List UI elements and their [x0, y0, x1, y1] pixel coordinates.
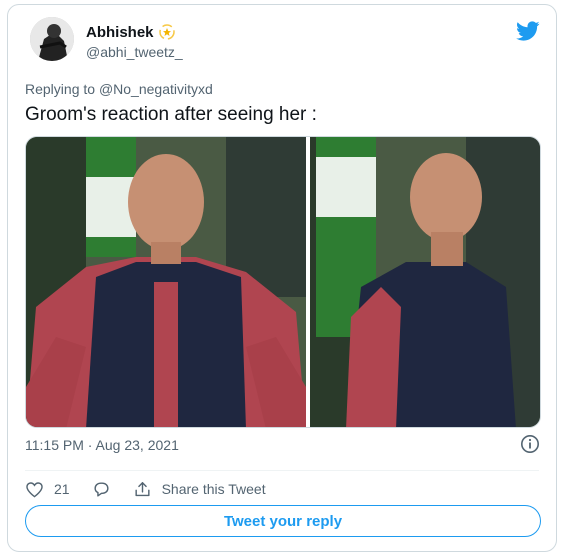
share-icon [135, 481, 150, 496]
share-action[interactable]: Share this Tweet [133, 480, 266, 499]
twitter-bird-icon[interactable] [516, 19, 540, 43]
tweet-actions: 21 Share this Tweet [25, 477, 288, 501]
replying-to: Replying to @No_negativityxd [25, 81, 213, 97]
replying-to-mention[interactable]: @No_negativityxd [99, 81, 213, 97]
divider [25, 470, 539, 471]
like-action[interactable]: 21 [25, 480, 70, 499]
like-count: 21 [54, 481, 70, 497]
speech-bubble-icon [94, 481, 109, 497]
share-label: Share this Tweet [161, 481, 266, 497]
tweet-text: Groom's reaction after seeing her : [25, 104, 317, 125]
user-handle[interactable]: @abhi_tweetz_ [86, 44, 183, 60]
tweet-card: Abhishek @abhi_tweetz_ Replying to @No_n… [7, 4, 557, 552]
reply-action[interactable] [92, 480, 111, 499]
name-row: Abhishek [86, 23, 176, 41]
avatar[interactable] [30, 17, 74, 61]
tweet-media-image[interactable] [25, 136, 541, 428]
meme-photo [26, 137, 540, 427]
heart-icon [26, 481, 43, 498]
dizzy-star-icon [158, 24, 175, 40]
display-name[interactable]: Abhishek [86, 24, 154, 41]
tweet-your-reply-button[interactable]: Tweet your reply [25, 505, 541, 537]
info-icon[interactable] [520, 434, 540, 454]
tweet-timestamp[interactable]: 11:15 PM · Aug 23, 2021 [25, 437, 179, 453]
replying-to-prefix: Replying to [25, 81, 96, 97]
